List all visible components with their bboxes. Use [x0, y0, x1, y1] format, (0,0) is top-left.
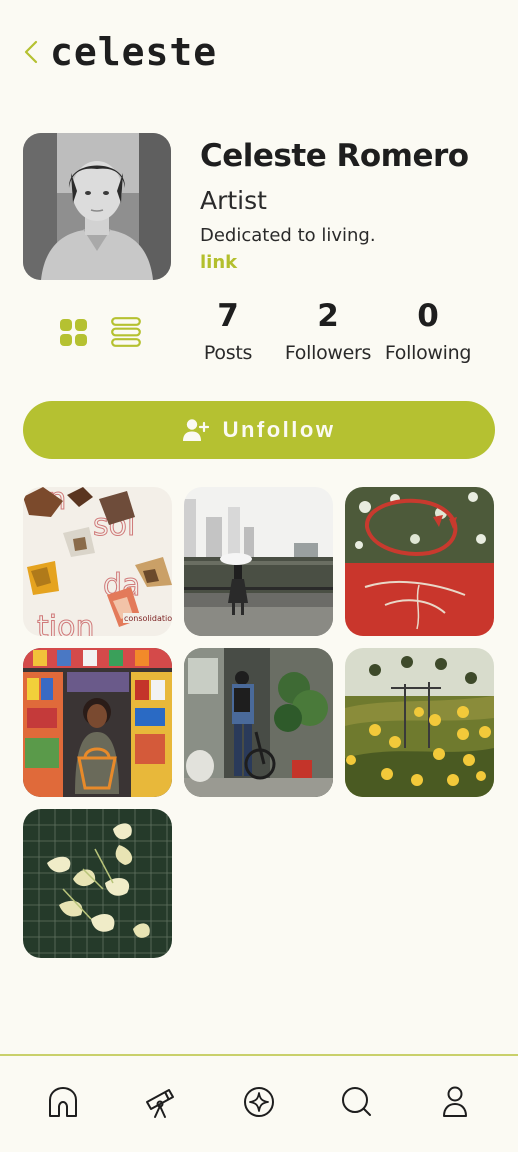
grid-icon [59, 318, 87, 346]
post-tile[interactable] [23, 809, 172, 958]
post-image-field-red-paint [345, 487, 494, 636]
unfollow-button[interactable]: Unfollow [23, 401, 495, 459]
bottom-nav-divider [0, 1054, 518, 1056]
home-icon [49, 1087, 77, 1117]
app-logo: celeste [50, 30, 218, 74]
post-image-city-umbrella [184, 487, 333, 636]
stat-following-label: Following [384, 342, 472, 364]
profile-stats: 7 Posts 2 Followers 0 Following [178, 296, 478, 364]
back-button[interactable] [22, 32, 46, 72]
avatar [23, 133, 171, 280]
post-image-lily-grid [23, 809, 172, 958]
profile-name: Celeste Romero [200, 138, 469, 174]
stat-following[interactable]: 0 Following [378, 296, 478, 364]
view-toggle [58, 316, 141, 348]
nav-discover[interactable] [139, 1080, 183, 1124]
stat-followers-value: 2 [317, 298, 339, 334]
stat-followers-label: Followers [284, 342, 372, 364]
profile-bio: Dedicated to living. [200, 225, 376, 246]
app-header: celeste [22, 30, 217, 74]
post-tile[interactable] [345, 487, 494, 636]
post-image-man-bike [184, 648, 333, 797]
user-plus-icon [182, 419, 209, 441]
stat-posts-label: Posts [203, 342, 253, 364]
unfollow-label: Unfollow [222, 417, 336, 442]
post-tile[interactable] [345, 648, 494, 797]
post-tile[interactable] [23, 648, 172, 797]
post-tile[interactable] [184, 648, 333, 797]
tile-caption: consolidation [124, 614, 172, 623]
telescope-icon [146, 1089, 174, 1118]
post-image-collage-letters: on sol da tion consolidation [23, 487, 172, 636]
chevron-left-icon [24, 40, 38, 64]
nav-home[interactable] [41, 1080, 85, 1124]
post-image-hills-dots [345, 648, 494, 797]
list-icon [111, 317, 141, 347]
nav-profile[interactable] [433, 1080, 477, 1124]
stat-followers[interactable]: 2 Followers [278, 296, 378, 364]
svg-text:tion: tion [37, 610, 94, 636]
posts-grid: on sol da tion consolidation [23, 487, 495, 958]
post-tile[interactable] [184, 487, 333, 636]
grid-view-button[interactable] [58, 316, 88, 348]
list-view-button[interactable] [111, 316, 141, 348]
avatar-portrait [23, 133, 171, 280]
explore-compass-icon [244, 1087, 274, 1117]
post-tile[interactable]: on sol da tion consolidation [23, 487, 172, 636]
stat-posts[interactable]: 7 Posts [178, 296, 278, 364]
search-icon [342, 1087, 371, 1116]
profile-icon [443, 1086, 467, 1117]
profile-link[interactable]: link [200, 252, 237, 273]
post-image-store-shelves [23, 648, 172, 797]
stat-posts-value: 7 [217, 298, 239, 334]
profile-screen: celeste Celeste Romero Artist Dedicated … [0, 0, 518, 1152]
nav-explore[interactable] [237, 1080, 281, 1124]
profile-role: Artist [200, 186, 267, 215]
nav-search[interactable] [335, 1080, 379, 1124]
stat-following-value: 0 [417, 298, 439, 334]
bottom-nav [0, 1074, 518, 1130]
